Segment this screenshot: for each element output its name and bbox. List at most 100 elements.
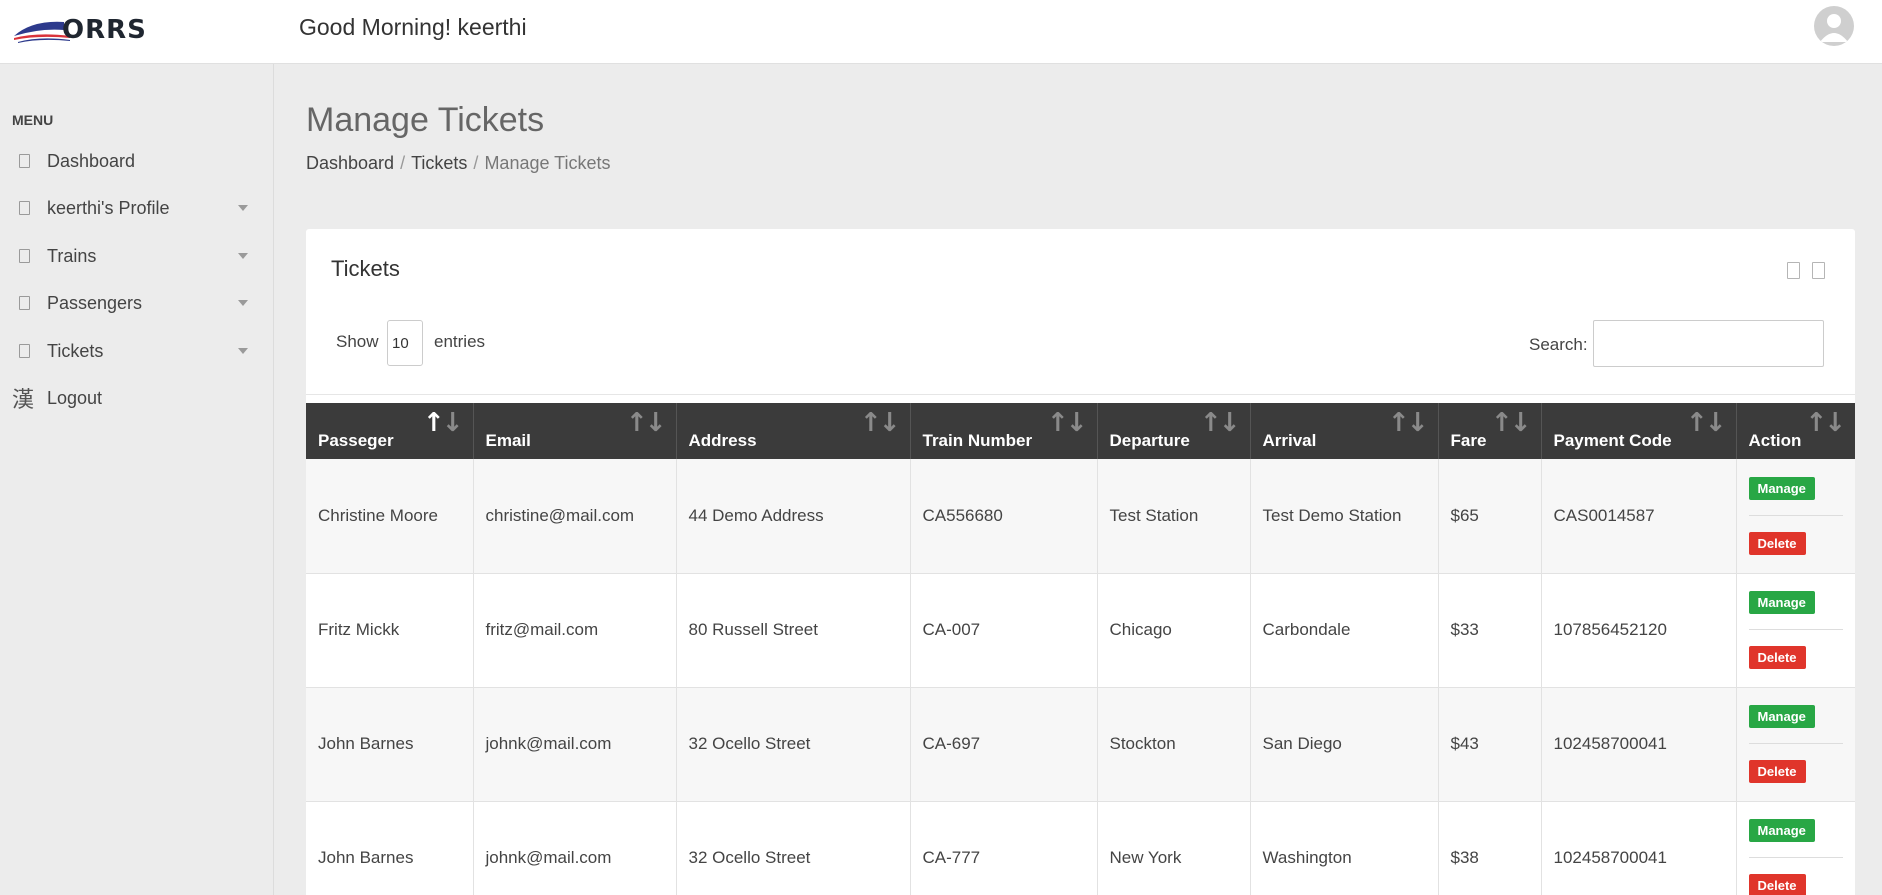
user-avatar-icon: [1820, 14, 1848, 42]
column-header-address[interactable]: Address ↑↓: [676, 403, 911, 459]
column-header-departure[interactable]: Departure ↑↓: [1097, 403, 1251, 459]
cell-arrival: Washington: [1250, 801, 1439, 895]
column-header-label: Departure: [1109, 431, 1190, 450]
sidebar-item-logout[interactable]: 漢 Logout: [0, 378, 274, 418]
top-header: ORRS Good Morning! keerthi: [0, 0, 1882, 64]
cell-address: 44 Demo Address: [676, 459, 911, 574]
breadcrumb: Dashboard / Tickets / Manage Tickets: [306, 153, 611, 174]
sort-icon: ↑↓: [1046, 408, 1088, 438]
breadcrumb-link-dashboard[interactable]: Dashboard: [306, 153, 394, 173]
column-header-label: Payment Code: [1553, 431, 1672, 450]
table-row: Christine Moore christine@mail.com 44 De…: [306, 459, 1855, 574]
cell-arrival: Test Demo Station: [1250, 459, 1439, 574]
card-title: Tickets: [331, 256, 400, 281]
cell-action: Manage Delete: [1736, 687, 1855, 802]
sidebar-item-trains[interactable]: Trains: [0, 236, 274, 276]
column-header-passenger[interactable]: Passeger ↑↓: [306, 403, 474, 459]
delete-button[interactable]: Delete: [1748, 531, 1806, 555]
column-header-label: Train Number: [922, 431, 1033, 450]
cell-fare: $38: [1438, 801, 1542, 895]
column-header-email[interactable]: Email ↑↓: [473, 403, 677, 459]
cell-payment-code: 102458700041: [1541, 801, 1737, 895]
cell-arrival: San Diego: [1250, 687, 1439, 802]
passengers-icon: [19, 296, 30, 310]
cell-arrival: Carbondale: [1250, 573, 1439, 688]
cell-train-number: CA-007: [910, 573, 1098, 688]
column-header-train-number[interactable]: Train Number ↑↓: [910, 403, 1098, 459]
cell-action: Manage Delete: [1736, 573, 1855, 688]
logo-text: ORRS: [62, 15, 147, 45]
cell-fare: $65: [1438, 459, 1542, 574]
cell-departure: Chicago: [1097, 573, 1251, 688]
sidebar-item-label: Trains: [47, 245, 97, 266]
sidebar-item-label: keerthi's Profile: [47, 197, 170, 218]
search-label: Search:: [1529, 335, 1588, 354]
action-divider: [1748, 857, 1843, 858]
action-divider: [1748, 743, 1843, 744]
cell-passenger: Fritz Mickk: [306, 573, 474, 688]
chevron-down-icon: [238, 205, 248, 211]
sidebar-item-label: Logout: [47, 387, 103, 408]
sidebar-item-profile[interactable]: keerthi's Profile: [0, 188, 274, 228]
cell-passenger: Christine Moore: [306, 459, 474, 574]
cell-passenger: John Barnes: [306, 687, 474, 802]
manage-button[interactable]: Manage: [1748, 591, 1815, 614]
cell-fare: $43: [1438, 687, 1542, 802]
user-avatar[interactable]: [1814, 6, 1854, 46]
close-icon[interactable]: [1812, 262, 1825, 279]
collapse-icon[interactable]: [1787, 262, 1800, 279]
delete-button[interactable]: Delete: [1748, 760, 1806, 783]
table-row: John Barnes johnk@mail.com 32 Ocello Str…: [306, 687, 1855, 802]
cell-action: Manage Delete: [1736, 459, 1855, 574]
sort-icon: ↑↓: [1805, 408, 1846, 438]
breadcrumb-separator: /: [473, 153, 479, 173]
cell-email: johnk@mail.com: [473, 801, 677, 895]
cell-departure: Stockton: [1097, 687, 1251, 802]
sidebar-item-dashboard[interactable]: Dashboard: [0, 141, 274, 181]
cell-address: 32 Ocello Street: [676, 687, 911, 802]
page-title: Manage Tickets: [306, 101, 545, 139]
sidebar-item-tickets[interactable]: Tickets: [0, 331, 274, 371]
column-header-arrival[interactable]: Arrival ↑↓: [1250, 403, 1439, 459]
tickets-card: Tickets Show 10 entries Search: Passeger…: [306, 229, 1855, 895]
tickets-table: Passeger ↑↓ Email ↑↓ Address ↑↓ Train Numbe…: [306, 403, 1855, 895]
cell-payment-code: 107856452120: [1541, 573, 1737, 688]
column-header-label: Passeger: [318, 431, 394, 450]
cell-train-number: CA556680: [910, 459, 1098, 574]
breadcrumb-separator: /: [400, 153, 406, 173]
column-header-action[interactable]: Action ↑↓: [1736, 403, 1855, 459]
cell-departure: New York: [1097, 801, 1251, 895]
trains-icon: [19, 249, 30, 263]
cell-passenger: John Barnes: [306, 801, 474, 895]
cell-train-number: CA-697: [910, 687, 1098, 802]
table-row: John Barnes johnk@mail.com 32 Ocello Str…: [306, 801, 1855, 895]
sort-icon: ↑↓: [1685, 408, 1727, 438]
column-header-label: Email: [485, 431, 531, 450]
manage-button[interactable]: Manage: [1748, 705, 1815, 728]
chevron-down-icon: [238, 348, 248, 354]
app-logo[interactable]: ORRS: [12, 14, 146, 45]
sidebar-item-label: Passengers: [47, 292, 143, 313]
divider: [306, 394, 1855, 395]
breadcrumb-link-tickets[interactable]: Tickets: [411, 153, 467, 173]
sort-icon: ↑↓: [625, 408, 667, 438]
column-header-fare[interactable]: Fare ↑↓: [1438, 403, 1542, 459]
profile-icon: [19, 201, 30, 215]
column-header-payment-code[interactable]: Payment Code ↑↓: [1541, 403, 1737, 459]
manage-button[interactable]: Manage: [1748, 476, 1815, 500]
entries-select[interactable]: 10: [387, 320, 423, 366]
tickets-icon: [19, 344, 30, 358]
chevron-down-icon: [238, 300, 248, 306]
entries-select-value: 10: [392, 334, 409, 352]
manage-button[interactable]: Manage: [1748, 819, 1815, 842]
delete-button[interactable]: Delete: [1748, 646, 1806, 669]
search-input[interactable]: [1593, 320, 1824, 367]
sidebar-item-passengers[interactable]: Passengers: [0, 283, 274, 323]
sort-icon: ↑↓: [1490, 408, 1532, 438]
cell-email: christine@mail.com: [473, 459, 677, 574]
delete-button[interactable]: Delete: [1748, 874, 1806, 895]
sort-icon: ↑↓: [859, 408, 901, 438]
chevron-down-icon: [238, 253, 248, 259]
show-label: Show: [336, 332, 379, 351]
sort-icon: ↑↓: [1387, 408, 1429, 438]
